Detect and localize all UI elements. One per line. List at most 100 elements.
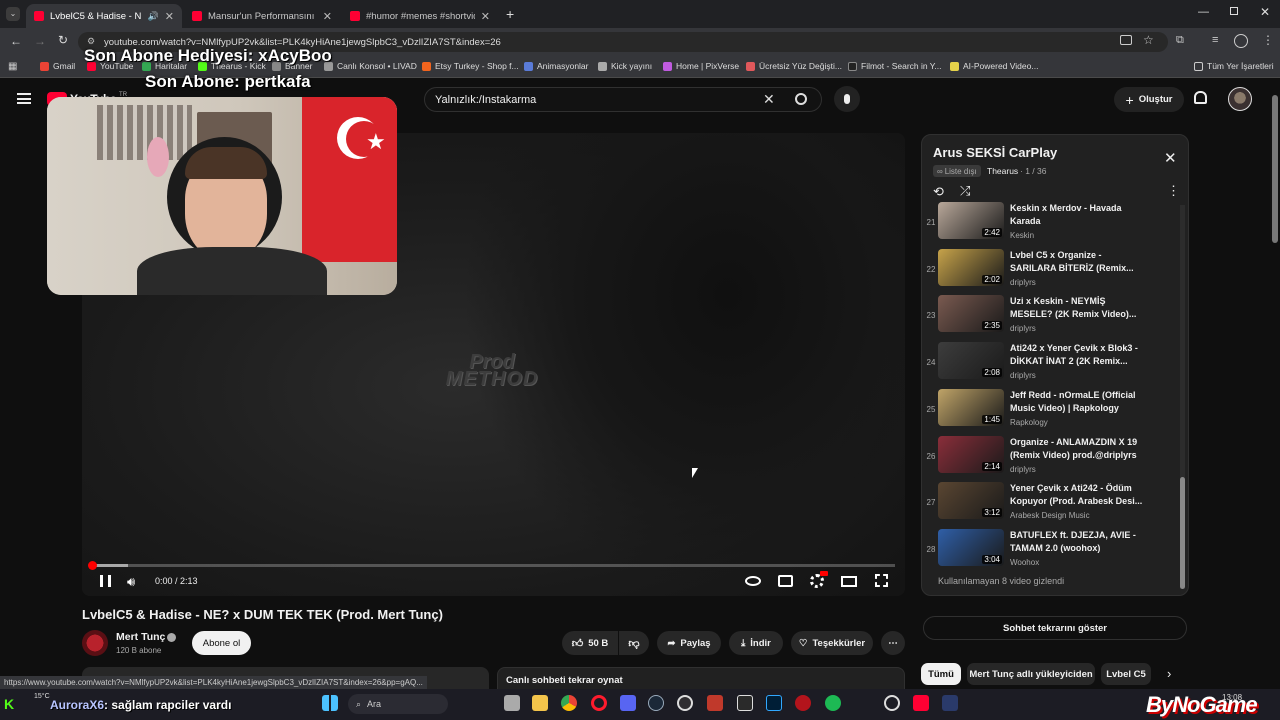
task-view-icon[interactable] bbox=[504, 695, 520, 711]
streamer-app-icon[interactable] bbox=[707, 695, 723, 711]
chrome-icon[interactable] bbox=[561, 695, 577, 711]
search-icon[interactable] bbox=[795, 93, 807, 105]
obs-icon[interactable] bbox=[677, 695, 693, 711]
download-button[interactable]: ⤓ İndir bbox=[729, 631, 783, 655]
thanks-button[interactable]: ♡ Teşekkürler bbox=[791, 631, 873, 655]
playlist-item-title[interactable]: Yener Çevik x Ati242 - Ödüm Kopuyor (Pro… bbox=[1010, 482, 1150, 508]
create-button[interactable]: + Oluştur bbox=[1114, 87, 1184, 112]
channel-name[interactable]: Mert Tunç bbox=[116, 631, 165, 643]
speaker-icon[interactable]: 🔊 bbox=[148, 11, 159, 22]
browser-menu-icon[interactable]: ⋮ bbox=[1262, 33, 1274, 47]
youtube-app-icon[interactable] bbox=[913, 695, 929, 711]
playlist-item-thumbnail[interactable]: 2:35 bbox=[938, 295, 1004, 333]
windows-start-icon[interactable] bbox=[322, 695, 338, 711]
red-app-icon[interactable] bbox=[795, 695, 811, 711]
playlist-item[interactable]: 28 3:04 BATUFLEX ft. DJEZJA, AVIE - TAMAM … bbox=[922, 528, 1172, 575]
bookmark-filmot[interactable]: Filmot - Search in Y... bbox=[848, 61, 941, 71]
bookmark-faceswap[interactable]: Ücretsiz Yüz Değişti... bbox=[746, 61, 842, 71]
hamburger-menu-icon[interactable] bbox=[17, 93, 31, 104]
search-input[interactable]: Yalnızlık:/Instakarma ✕ bbox=[424, 87, 822, 112]
playlist-item-channel[interactable]: Woohox bbox=[1010, 558, 1039, 567]
maximize-icon[interactable] bbox=[1230, 7, 1238, 15]
bookmark-pixverse[interactable]: Home | PixVerse bbox=[663, 61, 739, 71]
opera-icon[interactable] bbox=[591, 695, 607, 711]
playlist-item-channel[interactable]: Rapkology bbox=[1010, 418, 1048, 427]
reload-icon[interactable]: ↻ bbox=[58, 33, 68, 47]
progress-scrubber[interactable] bbox=[88, 561, 97, 570]
theater-mode-icon[interactable] bbox=[841, 576, 857, 587]
pause-icon[interactable] bbox=[100, 575, 111, 587]
bookmark-etsy[interactable]: Etsy Turkey - Shop f... bbox=[422, 61, 519, 71]
playlist-item-thumbnail[interactable]: 2:02 bbox=[938, 248, 1004, 286]
playlist-item-thumbnail[interactable]: 2:42 bbox=[938, 202, 1004, 239]
playlist-item-thumbnail[interactable]: 3:12 bbox=[938, 482, 1004, 520]
photoshop-icon[interactable] bbox=[766, 695, 782, 711]
playlist-item-channel[interactable]: driplyrs bbox=[1010, 324, 1036, 333]
apps-grid-icon[interactable]: ▦ bbox=[8, 61, 17, 72]
tab-close-icon[interactable]: ✕ bbox=[323, 10, 332, 23]
taskbar-search[interactable]: ⌕ Ara bbox=[348, 694, 448, 714]
chip-all[interactable]: Tümü bbox=[921, 663, 961, 685]
dislike-button[interactable]: 👎︎ bbox=[619, 631, 649, 655]
playlist-item[interactable]: 24 2:08 Ati242 x Yener Çevik x Blok3 - DİK… bbox=[922, 342, 1172, 388]
vegas-icon[interactable] bbox=[942, 695, 958, 711]
playlist-item-title[interactable]: Uzi x Keskin - NEYMİŞ MESELE? (2K Remix … bbox=[1010, 295, 1150, 321]
fullscreen-icon[interactable] bbox=[875, 574, 888, 587]
media-icon[interactable]: ≡ bbox=[1212, 34, 1218, 46]
back-icon[interactable]: ← bbox=[10, 34, 22, 48]
subtitles-icon[interactable] bbox=[778, 575, 793, 587]
playlist-item[interactable]: 26 2:14 Organize - ANLAMAZDIN X 19 (Remix … bbox=[922, 435, 1172, 482]
playlist-item-title[interactable]: Organize - ANLAMAZDIN X 19 (Remix Video)… bbox=[1010, 436, 1150, 462]
tab-search-button[interactable]: ⌄ bbox=[6, 7, 20, 21]
playlist-item-title[interactable]: BATUFLEX ft. DJEZJA, AVIE - TAMAM 2.0 (w… bbox=[1010, 529, 1150, 555]
chips-next-icon[interactable]: › bbox=[1167, 666, 1171, 681]
playlist-item-thumbnail[interactable]: 2:08 bbox=[938, 342, 1004, 380]
tab-close-icon[interactable]: ✕ bbox=[481, 10, 490, 23]
bookmark-livad[interactable]: Canlı Konsol • LIVAD bbox=[324, 61, 417, 71]
tab-3[interactable]: #humor #memes #shortvideo ✕ bbox=[342, 4, 498, 28]
playlist-item-title[interactable]: Jeff Redd - nOrmaLE (Official Music Vide… bbox=[1010, 389, 1150, 415]
progress-bar[interactable] bbox=[88, 561, 895, 570]
tab-close-icon[interactable]: ✕ bbox=[165, 10, 174, 23]
epic-games-icon[interactable] bbox=[737, 695, 753, 711]
playlist-scrollbar[interactable] bbox=[1180, 205, 1185, 589]
playlist-item[interactable]: 23 2:35 Uzi x Keskin - NEYMİŞ MESELE? (2K … bbox=[922, 295, 1172, 341]
playlist-item-channel[interactable]: driplyrs bbox=[1010, 371, 1036, 380]
account-avatar[interactable] bbox=[1228, 87, 1252, 111]
notifications-bell-icon[interactable] bbox=[1194, 91, 1207, 104]
playlist-item-thumbnail[interactable]: 2:14 bbox=[938, 435, 1004, 473]
all-bookmarks[interactable]: Tüm Yer İşaretleri bbox=[1194, 61, 1274, 71]
steam-icon[interactable] bbox=[648, 695, 664, 711]
playlist-item-title[interactable]: Ati242 x Yener Çevik x Blok3 - DİKKAT İN… bbox=[1010, 342, 1150, 368]
show-chat-replay-button[interactable]: Sohbet tekrarını göster bbox=[923, 616, 1187, 640]
playlist-item-title[interactable]: Lvbel C5 x Organize - SARILARA BİTERİZ (… bbox=[1010, 249, 1150, 275]
voice-search-icon[interactable] bbox=[834, 86, 860, 112]
loop-icon[interactable]: ⟲ bbox=[933, 184, 944, 200]
minimize-icon[interactable]: — bbox=[1198, 6, 1209, 18]
playlist-item-title[interactable]: Keskin x Merdov - Havada Karada bbox=[1010, 202, 1150, 228]
playlist-item[interactable]: 25 1:45 Jeff Redd - nOrmaLE (Official Musi… bbox=[922, 388, 1172, 435]
new-tab-icon[interactable]: + bbox=[506, 6, 514, 22]
playlist-item-channel[interactable]: Arabesk Design Music bbox=[1010, 511, 1090, 520]
playlist-item-channel[interactable]: Keskin bbox=[1010, 231, 1034, 240]
file-explorer-icon[interactable] bbox=[532, 695, 548, 711]
tab-2[interactable]: Mansur'un Performansını Nasıl ✕ bbox=[184, 4, 340, 28]
clear-search-icon[interactable]: ✕ bbox=[763, 91, 775, 108]
bookmark-animations[interactable]: Animasyonlar bbox=[524, 61, 589, 71]
spotify-icon[interactable] bbox=[825, 695, 841, 711]
playlist-owner[interactable]: Thearus bbox=[987, 166, 1018, 176]
forward-icon[interactable]: → bbox=[34, 34, 46, 48]
playlist-item[interactable]: 27 3:12 Yener Çevik x Ati242 - Ödüm Kopuyo… bbox=[922, 482, 1172, 528]
playlist-title[interactable]: Arus SEKSİ CarPlay bbox=[933, 145, 1057, 160]
shuffle-icon[interactable]: ⤮ bbox=[960, 183, 970, 199]
like-button[interactable]: 👍︎ 50 B bbox=[562, 631, 618, 655]
scroll-thumb[interactable] bbox=[1180, 477, 1185, 589]
playlist-item-channel[interactable]: driplyrs bbox=[1010, 465, 1036, 474]
extensions-icon[interactable]: ⧉ bbox=[1176, 34, 1184, 47]
bookmark-gmail[interactable]: Gmail bbox=[40, 61, 75, 71]
page-scrollbar[interactable] bbox=[1272, 95, 1278, 243]
close-window-icon[interactable]: ✕ bbox=[1260, 5, 1270, 19]
discord-icon[interactable] bbox=[620, 695, 636, 711]
playlist-item-thumbnail[interactable]: 3:04 bbox=[938, 528, 1004, 566]
share-button[interactable]: ➦ Paylaş bbox=[657, 631, 721, 655]
